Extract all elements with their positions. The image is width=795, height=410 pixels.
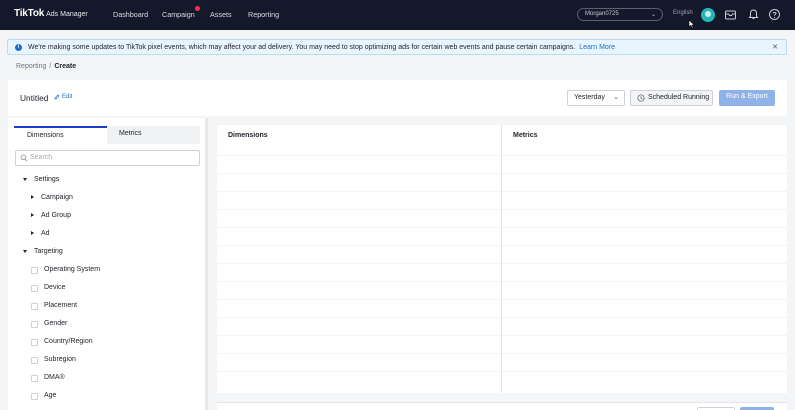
nav-assets[interactable]: Assets: [210, 10, 232, 19]
caret-down-icon[interactable]: [23, 250, 27, 253]
tab-metrics[interactable]: Metrics: [107, 126, 200, 144]
scheduled-running-label: Scheduled Running: [648, 94, 710, 101]
nav-campaign[interactable]: Campaign: [162, 10, 195, 19]
top-navigation: TikTok Ads Manager Dashboard Campaign As…: [0, 0, 795, 30]
avatar[interactable]: [701, 8, 715, 22]
row-separator: [217, 245, 787, 246]
tree-item-ad-group[interactable]: Ad Group: [41, 212, 71, 219]
account-selector[interactable]: Morgan0725 ⌄: [577, 8, 663, 21]
account-name: Morgan0725: [585, 11, 619, 17]
breadcrumb-separator: /: [49, 63, 52, 70]
pixel-update-notice: i We're making some updates to TikTok pi…: [7, 39, 787, 55]
notice-message: We're making some updates to TikTok pixe…: [28, 43, 576, 51]
tree-item-ad[interactable]: Ad: [41, 230, 50, 237]
run-export-button[interactable]: Run & Export: [719, 90, 775, 106]
dimensions-column-header: Dimensions: [228, 132, 268, 139]
close-icon[interactable]: ✕: [772, 43, 778, 51]
row-separator: [217, 371, 787, 372]
bell-icon[interactable]: [747, 8, 760, 21]
dimension-operating-system: Operating System: [44, 266, 101, 273]
tab-metrics-label: Metrics: [119, 130, 142, 137]
tab-dimensions[interactable]: Dimensions: [14, 126, 107, 144]
tree-item-campaign[interactable]: Campaign: [41, 194, 73, 201]
clock-icon: [637, 94, 645, 102]
row-separator: [217, 173, 787, 174]
breadcrumb-reporting[interactable]: Reporting: [16, 63, 46, 70]
dimension-search-input[interactable]: Search: [15, 150, 200, 166]
row-separator: [217, 227, 787, 228]
notification-dot: [195, 6, 200, 11]
chevron-down-icon: ⌄: [650, 12, 656, 18]
dimension-gender: Gender: [44, 320, 68, 327]
checkbox-placement[interactable]: [31, 303, 38, 310]
chevron-down-icon: ⌄: [613, 94, 619, 101]
checkbox-gender[interactable]: [31, 321, 38, 328]
learn-more-link[interactable]: Learn More: [579, 44, 615, 51]
brand-name: TikTok: [14, 8, 45, 19]
dimension-device: Device: [44, 284, 66, 291]
row-separator: [217, 263, 787, 264]
dimension-picker-panel: Dimensions Metrics Search Settings Campa…: [8, 118, 208, 410]
row-separator: [217, 155, 787, 156]
report-header: Untitled Edit Yesterday ⌄ Scheduled Runn…: [8, 80, 787, 116]
run-export-label: Run & Export: [726, 93, 768, 100]
row-separator: [217, 317, 787, 318]
mouse-cursor-icon: [688, 19, 696, 29]
caret-right-icon[interactable]: [31, 213, 34, 217]
row-separator: [217, 353, 787, 354]
tree-group-settings[interactable]: Settings: [34, 176, 59, 183]
product-name: Ads Manager: [46, 11, 88, 18]
dimension-placement: Placement: [44, 302, 78, 309]
caret-down-icon[interactable]: [23, 178, 27, 181]
checkbox-subregion[interactable]: [31, 357, 38, 364]
checkbox-age[interactable]: [31, 393, 38, 400]
tiktok-logo[interactable]: TikTok Ads Manager: [14, 8, 88, 19]
caret-right-icon[interactable]: [31, 231, 34, 235]
nav-dashboard[interactable]: Dashboard: [113, 10, 148, 19]
breadcrumb: Reporting / Create: [16, 63, 76, 70]
row-separator: [217, 191, 787, 192]
checkbox-device[interactable]: [31, 285, 38, 292]
row-separator: [217, 281, 787, 282]
nav-reporting[interactable]: Reporting: [248, 10, 279, 19]
dimension-dma: DMA®: [44, 374, 65, 381]
mailbox-icon[interactable]: [724, 8, 737, 21]
row-separator: [217, 335, 787, 336]
tree-group-targeting[interactable]: Targeting: [34, 248, 63, 255]
checkbox-dma[interactable]: [31, 375, 38, 382]
search-placeholder: Search: [30, 154, 53, 161]
metrics-column-header: Metrics: [513, 132, 538, 139]
row-separator: [217, 209, 787, 210]
edit-title-link[interactable]: Edit: [62, 94, 72, 100]
dimension-age: Age: [44, 392, 57, 399]
date-range-value: Yesterday: [574, 94, 605, 101]
row-separator: [217, 299, 787, 300]
dimension-country-region: Country/Region: [44, 338, 93, 345]
info-icon: i: [15, 43, 22, 51]
report-preview-table: Dimensions Metrics: [217, 125, 787, 393]
checkbox-operating-system[interactable]: [31, 267, 38, 274]
tab-dimensions-label: Dimensions: [27, 132, 64, 139]
search-icon: [20, 154, 28, 162]
left-panel-scrollbar[interactable]: [205, 118, 208, 410]
dimension-subregion: Subregion: [44, 356, 76, 363]
breadcrumb-create: Create: [54, 63, 77, 70]
caret-right-icon[interactable]: [31, 195, 34, 199]
checkbox-country-region[interactable]: [31, 339, 38, 346]
date-range-select[interactable]: Yesterday ⌄: [567, 90, 625, 106]
report-title: Untitled: [20, 93, 49, 103]
language-switch[interactable]: English: [673, 10, 693, 16]
help-icon[interactable]: [768, 8, 781, 21]
pencil-icon[interactable]: [54, 94, 60, 100]
